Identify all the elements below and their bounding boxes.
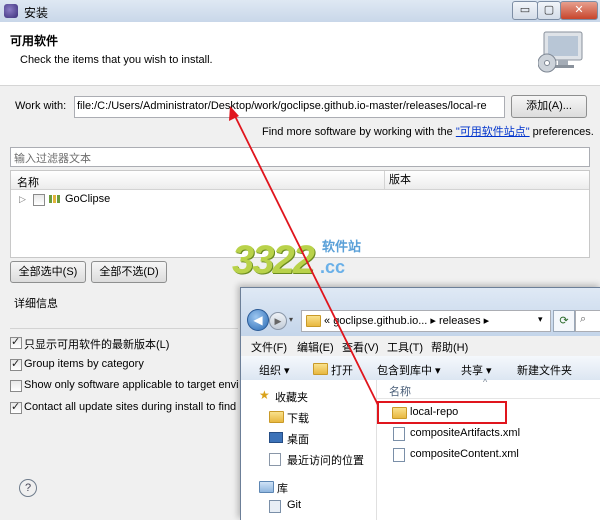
arrowhead-icon (229, 106, 239, 121)
annotation-arrow (229, 106, 379, 406)
annotation-line (231, 109, 379, 406)
